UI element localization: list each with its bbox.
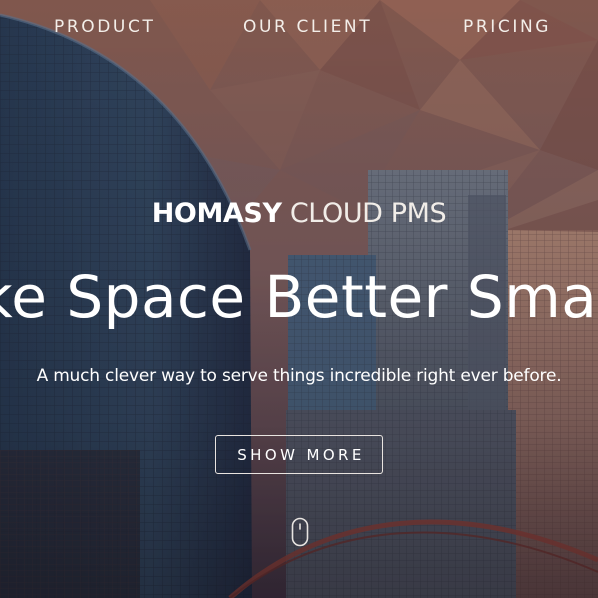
brand-title: HOMASY CLOUD PMS: [0, 198, 598, 229]
nav-item-product[interactable]: PRODUCT: [54, 17, 155, 37]
show-more-button[interactable]: SHOW MORE: [215, 435, 383, 474]
brand-name: HOMASY: [151, 198, 282, 229]
hero-tagline: A much clever way to serve things incred…: [36, 366, 562, 386]
top-navigation: PRODUCT OUR CLIENT PRICING: [0, 0, 598, 56]
hero-section: PRODUCT OUR CLIENT PRICING HOMASY CLOUD …: [0, 0, 598, 598]
nav-item-pricing[interactable]: PRICING: [463, 17, 551, 37]
brand-product: CLOUD PMS: [289, 198, 447, 229]
hero-headline: Make Space Better Smarter: [0, 263, 598, 331]
mouse-scroll-icon[interactable]: [291, 517, 309, 547]
nav-item-our-client[interactable]: OUR CLIENT: [243, 17, 372, 37]
